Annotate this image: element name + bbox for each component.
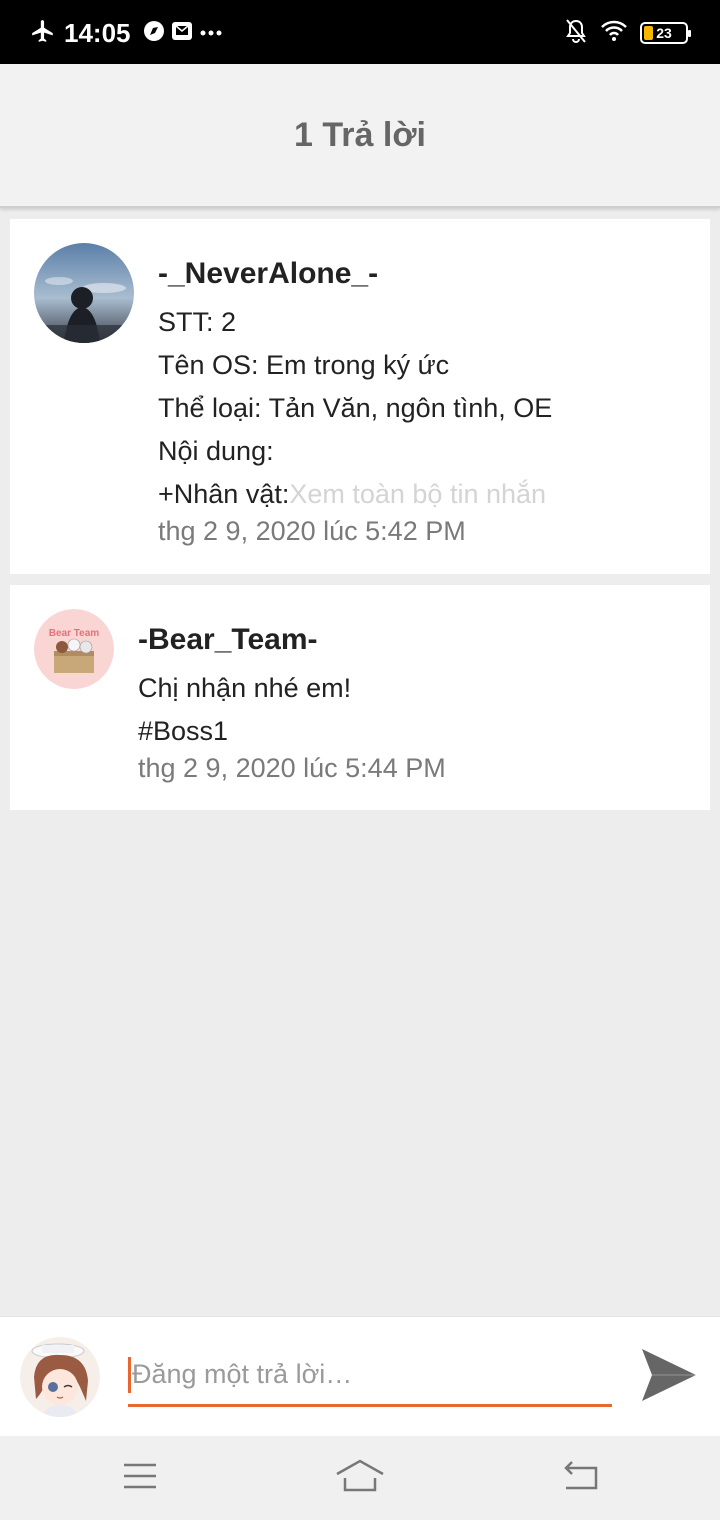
reply-card[interactable]: Bear Team -Bear_Team- Chị nhận nhé em! #… <box>10 585 710 810</box>
see-full-message-link[interactable]: Xem toàn bộ tin nhắn <box>289 479 546 509</box>
home-button[interactable] <box>335 1456 385 1500</box>
avatar[interactable] <box>34 243 134 343</box>
message-line: Nội dung: <box>158 436 274 466</box>
status-bar: 14:05 23 <box>0 0 720 64</box>
back-icon <box>560 1460 600 1497</box>
author-name[interactable]: -_NeverAlone_- <box>158 257 378 291</box>
menu-button[interactable] <box>115 1456 165 1500</box>
menu-icon <box>122 1462 158 1495</box>
wifi-icon <box>600 20 628 47</box>
reply-input[interactable] <box>128 1345 612 1407</box>
author-name[interactable]: -Bear_Team- <box>138 623 318 657</box>
reply-composer <box>0 1316 720 1436</box>
message-line: Thể loại: Tản Văn, ngôn tình, OE <box>158 393 553 423</box>
message-line: STT: 2 <box>158 307 237 337</box>
message-line: Tên OS: Em trong ký ức <box>158 350 450 380</box>
reply-card[interactable]: -_NeverAlone_- STT: 2 Tên OS: Em trong k… <box>10 219 710 574</box>
send-icon <box>640 1349 698 1407</box>
page-title: 1 Trả lời <box>294 115 426 154</box>
more-notifications-icon <box>199 24 223 42</box>
compass-icon <box>143 20 165 47</box>
message-line: Chị nhận nhé em! <box>138 673 352 703</box>
home-icon <box>335 1458 385 1499</box>
text-cursor <box>128 1357 131 1393</box>
back-button[interactable] <box>555 1456 605 1500</box>
avatar[interactable]: Bear Team <box>34 609 114 689</box>
airplane-mode-icon <box>30 18 56 49</box>
timestamp: thg 2 9, 2020 lúc 5:44 PM <box>138 753 446 783</box>
page-header: 1 Trả lời <box>0 64 720 208</box>
battery-icon: 23 <box>640 22 691 44</box>
message-line: #Boss1 <box>138 716 229 746</box>
timestamp: thg 2 9, 2020 lúc 5:42 PM <box>158 516 466 546</box>
message-line: +Nhân vật: <box>158 479 290 509</box>
mail-icon <box>171 20 193 47</box>
current-user-avatar[interactable] <box>20 1337 100 1417</box>
system-navigation-bar <box>0 1436 720 1520</box>
avatar-logo-text: Bear Team <box>49 628 100 639</box>
battery-level: 23 <box>656 25 672 41</box>
send-button[interactable] <box>640 1347 698 1408</box>
status-time: 14:05 <box>64 17 131 48</box>
message-line-truncated: +Nhân vật:Xem toàn bộ tin nhắn <box>158 479 546 510</box>
notifications-muted-icon <box>564 18 588 49</box>
